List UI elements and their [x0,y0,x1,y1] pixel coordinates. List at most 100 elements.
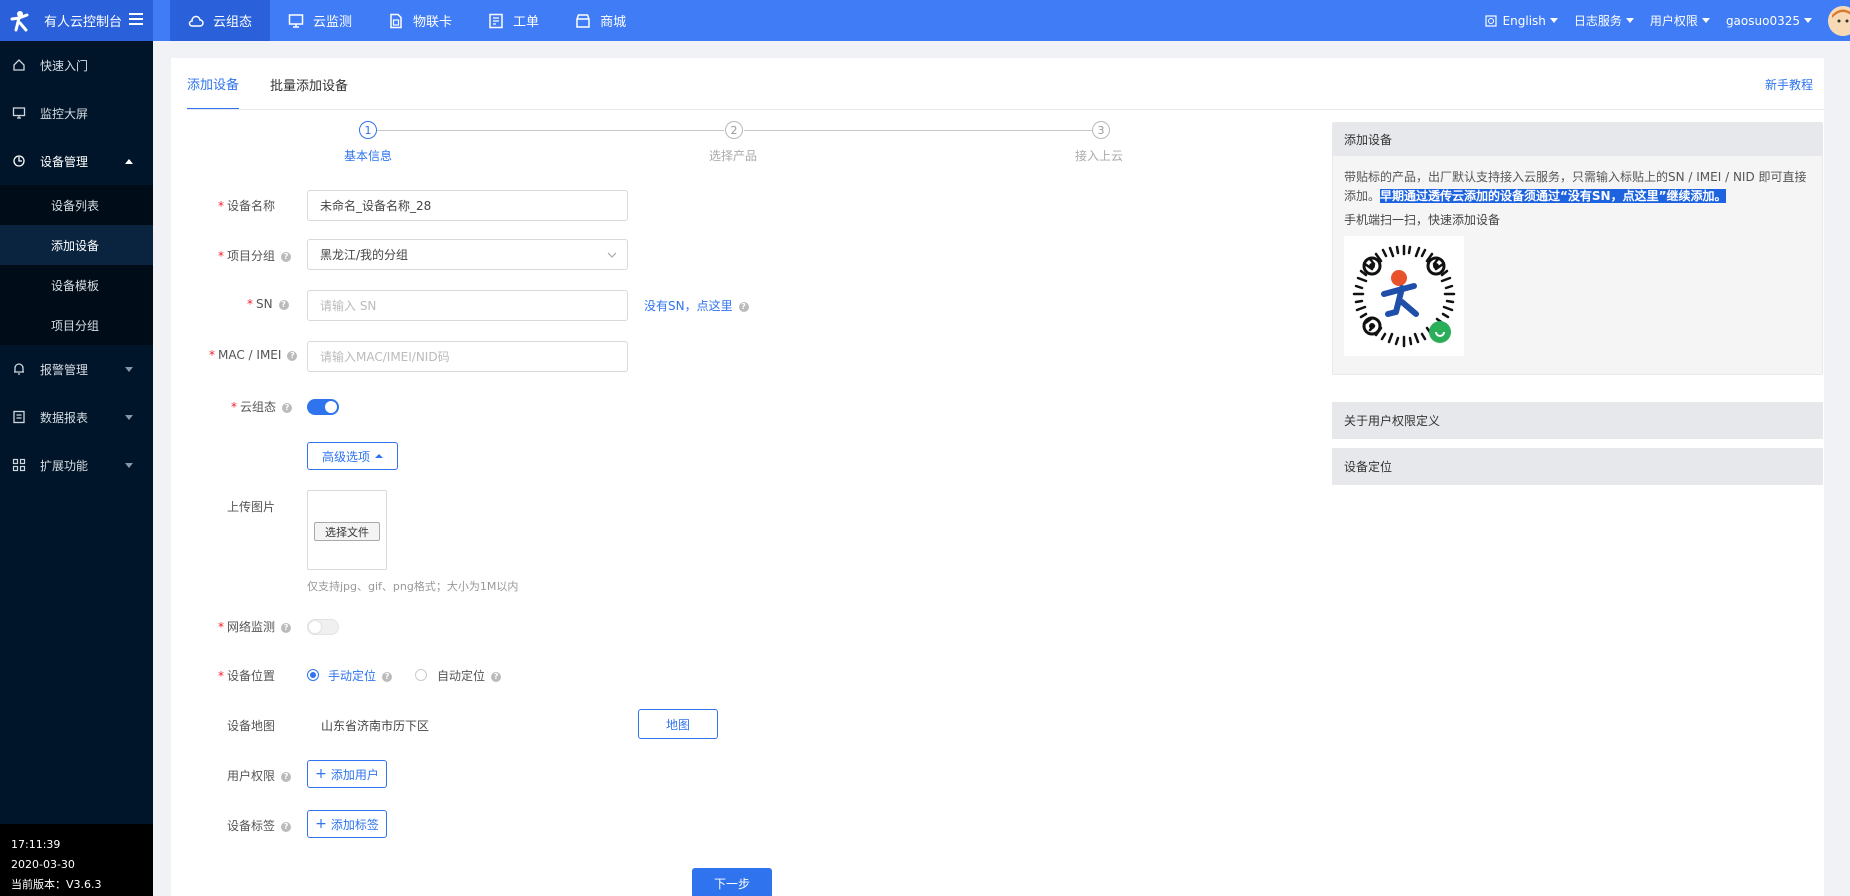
step-1-indicator: 1 [359,121,377,139]
help-panel: 添加设备 带贴标的产品，出厂默认支持接入云服务，只需输入标贴上的SN / IME… [1332,122,1823,375]
project-group-label: * 项目分组? [218,247,292,264]
report-icon [13,410,25,424]
mac-imei-input[interactable]: 请输入MAC/IMEI/NID码 [307,341,628,372]
cloud-config-label: * 云组态? [231,398,293,415]
sidebar-sub-device-template[interactable]: 设备模板 [0,265,153,305]
tab-divider [187,109,1824,110]
store-icon [576,13,590,28]
topnav-cloud[interactable]: 云组态 [170,0,271,41]
sidebar-item-alarm[interactable]: 报警管理 [0,345,153,393]
step-1-label: 基本信息 [344,149,393,163]
sidebar-sub-add-device[interactable]: 添加设备 [0,225,153,265]
no-sn-link[interactable]: 没有SN，点这里? [644,297,749,314]
chevron-down-icon [125,367,133,372]
device-map-address: 山东省济南市历下区 [321,719,430,733]
log-service-dropdown[interactable]: 日志服务 [1574,12,1634,29]
top-nav: 云组态 云监测 物联卡 工单 商城 [170,0,644,41]
caret-down-icon [1804,18,1812,23]
auto-location-label[interactable]: 自动定位? [437,667,502,684]
add-user-button[interactable]: + 添加用户 [307,760,387,788]
help-icon: ? [491,671,502,682]
monitor-icon [288,13,304,28]
user-permission-dropdown[interactable]: 用户权限 [1650,12,1710,29]
sidebar-footer: 17:11:39 2020-03-30 当前版本：V3.6.3 [0,824,153,896]
tab-add-device[interactable]: 添加设备 [187,58,240,110]
sidebar: 快速入门 监控大屏 设备管理 设备列表 添加设备 设备模板 项目分组 报警管理 … [0,41,153,896]
network-monitor-toggle[interactable] [307,619,339,635]
qr-code [1344,236,1464,356]
auto-location-radio[interactable] [415,669,427,681]
help-icon: ? [738,301,749,312]
caret-up-icon [375,454,383,458]
network-monitor-label: * 网络监测? [218,618,292,635]
step-3-label: 接入上云 [1075,149,1124,163]
caret-down-icon [1549,18,1558,23]
device-tag-label: 设备标签? [227,817,292,834]
top-bar: 有人云控制台 云组态 云监测 物联卡 工单 商城 English 日志服务 用户… [0,0,1850,41]
manual-location-label[interactable]: 手动定位? [328,667,393,684]
brand-name: 有人云控制台 [44,15,123,30]
chevron-down-icon [125,463,133,468]
caret-down-icon [1701,18,1710,23]
tab-batch-add-device[interactable]: 批量添加设备 [270,58,348,110]
sidebar-item-dashboard[interactable]: 监控大屏 [0,89,153,137]
add-tag-button[interactable]: + 添加标签 [307,810,387,838]
topnav-store[interactable]: 商城 [557,0,644,41]
step-connector [744,130,1092,131]
topnav-simcard[interactable]: 物联卡 [370,0,470,41]
tabs: 添加设备 批量添加设备 [187,58,379,110]
home-icon [13,59,25,71]
help-icon: ? [282,402,293,413]
step-connector [377,130,724,131]
plus-icon: + [315,766,327,782]
help-icon: ? [281,622,292,633]
upload-image-label: 上传图片 [227,500,276,514]
step-3-indicator: 3 [1092,121,1110,139]
project-group-select[interactable]: 黑龙江/我的分组 [307,239,628,270]
sidebar-sub-device-list[interactable]: 设备列表 [0,185,153,225]
sidebar-item-extensions[interactable]: 扩展功能 [0,441,153,489]
sidebar-item-device-management[interactable]: 设备管理 [0,137,153,185]
collapse-device-location[interactable]: 设备定位 [1332,448,1823,485]
sidebar-item-quickstart[interactable]: 快速入门 [0,41,153,89]
help-panel-body: 带贴标的产品，出厂默认支持接入云服务，只需输入标贴上的SN / IMEI / N… [1333,156,1822,374]
chevron-up-icon [125,159,133,164]
map-button[interactable]: 地图 [638,709,718,739]
device-name-input[interactable]: 未命名_设备名称_28 [307,190,628,221]
upload-box[interactable]: 选择文件 [307,490,387,570]
app-version: 当前版本：V3.6.3 [11,878,102,891]
avatar[interactable] [1828,5,1850,36]
advanced-options-button[interactable]: 高级选项 [307,442,398,470]
sidebar-item-report[interactable]: 数据报表 [0,393,153,441]
user-dropdown[interactable]: gaosuo0325 [1726,14,1812,28]
chevron-down-icon [607,252,617,258]
language-dropdown[interactable]: English [1484,14,1558,28]
clock-time: 17:11:39 [11,838,61,851]
device-name-label: * 设备名称 [218,199,276,213]
mac-imei-label: * MAC / IMEI? [209,348,298,362]
plus-icon: + [315,816,327,832]
step-2-label: 选择产品 [709,149,758,163]
collapse-user-permission[interactable]: 关于用户权限定义 [1332,402,1823,439]
next-step-button[interactable]: 下一步 [692,868,772,896]
sn-input[interactable]: 请输入 SN [307,290,628,321]
caret-down-icon [1625,18,1634,23]
help-icon: ? [382,671,393,682]
scan-title: 手机端扫一扫，快速添加设备 [1344,213,1501,227]
highlighted-note: 早期通过透传云添加的设备须通过“没有SN，点这里”继续添加。 [1380,189,1727,203]
tutorial-link[interactable]: 新手教程 [1765,76,1813,93]
menu-toggle-icon[interactable] [127,10,145,28]
topnav-ticket[interactable]: 工单 [470,0,557,41]
help-panel-title: 添加设备 [1333,123,1822,156]
help-icon: ? [281,821,292,832]
cloud-config-toggle[interactable] [307,399,339,415]
choose-file-button[interactable]: 选择文件 [314,522,380,541]
topnav-monitor[interactable]: 云监测 [270,0,370,41]
upload-hint: 仅支持jpg、gif、png格式；大小为1M以内 [307,580,519,593]
step-2-indicator: 2 [725,121,743,139]
help-icon: ? [281,251,292,262]
sidebar-sub-project-group[interactable]: 项目分组 [0,305,153,345]
device-map-label: 设备地图 [227,719,276,733]
help-icon: ? [281,771,292,782]
manual-location-radio[interactable] [307,669,319,681]
